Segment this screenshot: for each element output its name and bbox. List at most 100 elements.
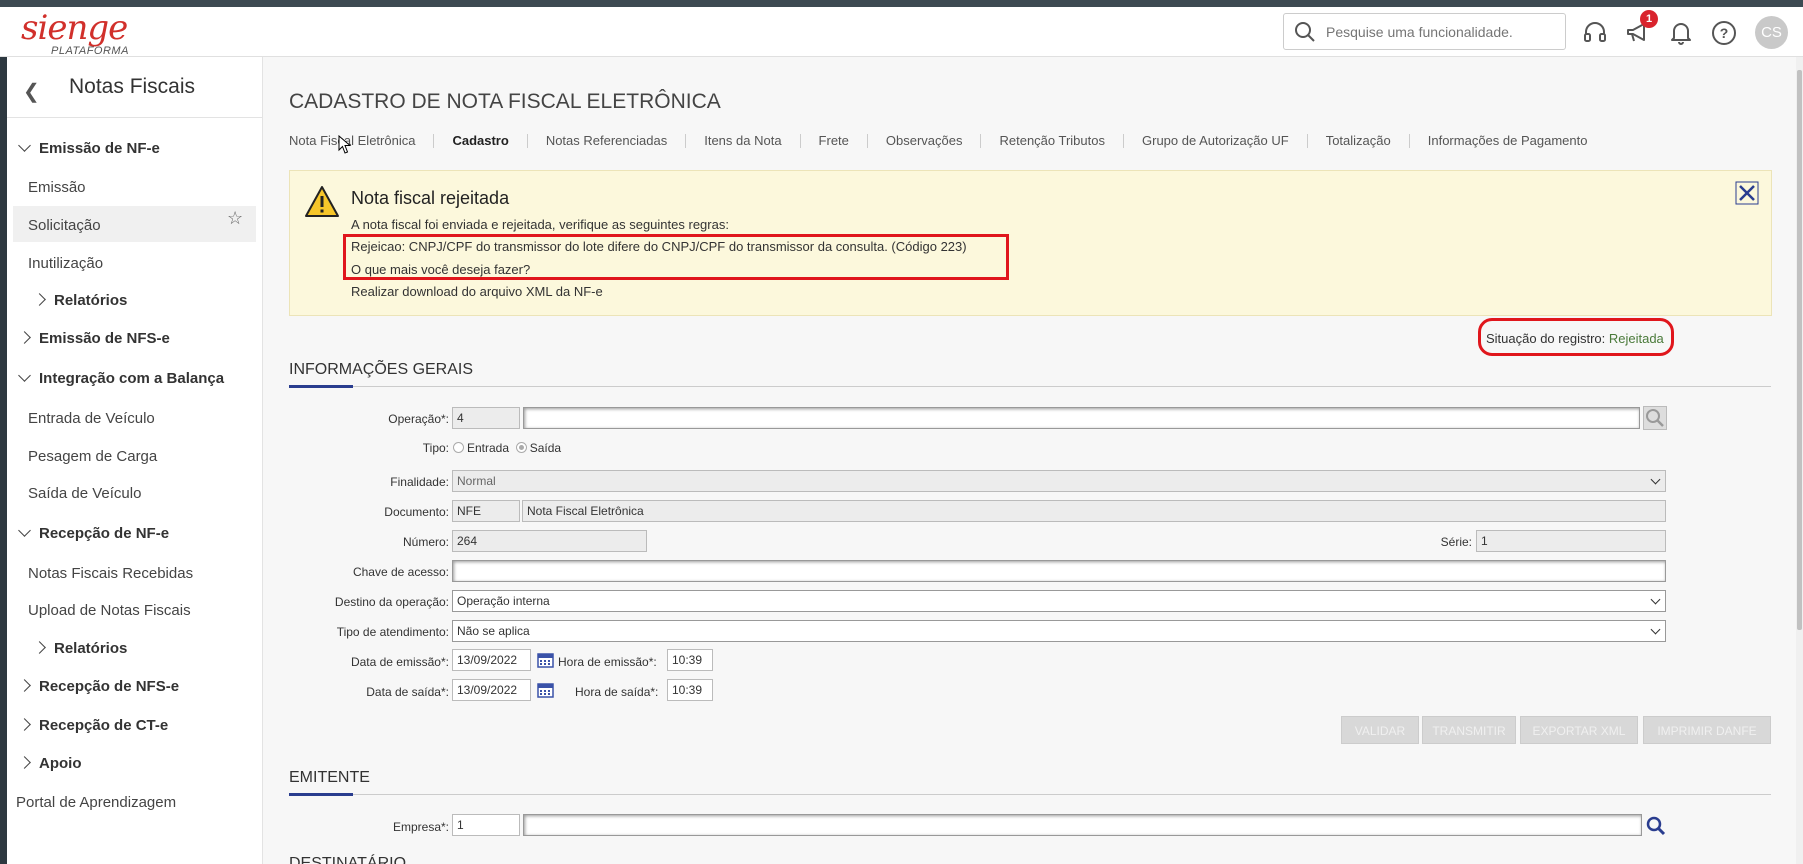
chave-acesso-label: Chave de acesso: [352,565,449,579]
hora-emissao-label: Hora de emissão*: [558,655,657,669]
hora-emissao-field[interactable]: 10:39 [667,649,713,671]
sidebar-title: Notas Fiscais [69,75,196,98]
radio-saida[interactable] [515,442,527,453]
sidebar-link-portal-aprendizagem[interactable]: Portal de Aprendizagem [16,794,176,811]
sidebar-item-inutilizacao[interactable]: Inutilização [28,255,103,272]
sidebar-item-pesagem-carga[interactable]: Pesagem de Carga [28,448,157,465]
serie-label: Série: [1440,535,1472,549]
numero-field[interactable]: 264 [452,530,647,552]
tipo-radio-group: Entrada Saída [453,441,561,455]
tab-retencao-tributos[interactable]: Retenção Tributos [980,134,1123,148]
mouse-cursor-icon [338,135,352,154]
user-avatar[interactable]: CS [1755,16,1788,49]
transmitir-button[interactable]: TRANSMITIR [1422,716,1516,744]
operacao-lookup-button[interactable] [1643,406,1667,430]
tab-cadastro[interactable]: Cadastro [433,134,526,148]
search-input[interactable] [1326,22,1556,42]
chave-acesso-field[interactable] [452,560,1666,582]
headset-icon[interactable] [1582,20,1608,46]
empresa-desc-field[interactable] [523,814,1642,836]
alert-download-link[interactable]: Realizar download do arquivo XML da NF-e [351,284,603,299]
radio-entrada[interactable] [453,442,464,453]
close-icon[interactable] [1735,181,1759,205]
section-divider [289,794,1771,795]
star-icon[interactable]: ☆ [227,208,243,229]
sidebar-header: ❮ Notas Fiscais [7,57,262,118]
search-box[interactable] [1283,13,1566,50]
hora-saida-field[interactable]: 10:39 [667,679,713,701]
sidebar-item-emissao[interactable]: Emissão [28,179,86,196]
alert-title: Nota fiscal rejeitada [351,188,510,208]
atendimento-select[interactable]: Não se aplica [452,620,1666,642]
operacao-desc-field[interactable] [523,407,1640,429]
sidebar-item-upload-notas[interactable]: Upload de Notas Fiscais [28,602,191,619]
chevron-down-icon [18,369,31,382]
chevron-right-icon [33,641,46,654]
numero-label: Número: [402,535,449,549]
data-emissao-field[interactable]: 13/09/2022 [452,649,531,671]
sidebar-group-recepcao-cte[interactable]: Recepção de CT-e [18,717,168,734]
sidebar-group-apoio[interactable]: Apoio [18,755,82,772]
tab-observacoes[interactable]: Observações [866,134,981,148]
tab-grupo-autorizacao-uf[interactable]: Grupo de Autorização UF [1123,134,1307,148]
documento-desc-field[interactable]: Nota Fiscal Eletrônica [522,500,1666,522]
empresa-code-field[interactable]: 1 [452,814,520,836]
data-saida-field[interactable]: 13/09/2022 [452,679,531,701]
bell-icon[interactable] [1668,20,1694,46]
logo-wordmark: sienge [21,8,128,48]
tab-notas-referenciadas[interactable]: Notas Referenciadas [526,134,685,148]
back-arrow-icon[interactable]: ❮ [23,79,40,104]
calendar-icon[interactable] [537,652,554,668]
section-title-emitente: EMITENTE [289,769,370,786]
imprimir-danfe-button[interactable]: IMPRIMIR DANFE [1643,716,1771,744]
sidebar-item-notas-recebidas[interactable]: Notas Fiscais Recebidas [28,565,193,582]
destino-label: Destino da operação: [334,595,449,609]
chevron-right-icon [33,293,46,306]
scrollbar-thumb[interactable] [1797,70,1802,630]
sidebar-subgroup-relatorios[interactable]: Relatórios [33,292,127,309]
sidebar-group-integracao-balanca[interactable]: Integração com a Balança [18,369,224,387]
tab-itens-da-nota[interactable]: Itens da Nota [685,134,799,148]
tab-totalizacao[interactable]: Totalização [1306,134,1409,148]
destino-select[interactable]: Operação interna [452,590,1666,612]
chevron-down-icon [1650,624,1661,635]
calendar-icon[interactable] [537,682,554,698]
section-accent [289,385,353,388]
finalidade-select[interactable]: Normal [452,470,1666,492]
data-emissao-label: Data de emissão*: [350,655,449,669]
warning-icon [305,186,339,217]
app-header: sienge PLATAFORMA 1 ? CS [0,7,1803,57]
magnifier-icon[interactable] [1645,815,1667,837]
sidebar-group-recepcao-nfse[interactable]: Recepção de NFS-e [18,678,179,695]
sidebar-item-saida-veiculo[interactable]: Saída de Veículo [28,485,141,502]
sidebar-subgroup-relatorios-recepcao[interactable]: Relatórios [33,640,127,657]
sienge-logo[interactable]: sienge PLATAFORMA [21,8,128,57]
tab-informacoes-pagamento[interactable]: Informações de Pagamento [1408,134,1606,148]
atendimento-value: Não se aplica [457,624,530,638]
svg-text:?: ? [1720,25,1729,41]
sidebar-item-solicitacao[interactable]: Solicitação [28,217,101,234]
chevron-right-icon [18,679,31,692]
help-icon[interactable]: ? [1711,20,1737,46]
tab-nota-fiscal-eletronica[interactable]: Nota Fiscal Eletrônica [289,134,433,148]
search-icon [1295,22,1315,42]
documento-code-field[interactable]: NFE [452,500,520,522]
top-strip [0,0,1803,7]
chevron-right-icon [18,331,31,344]
validar-button[interactable]: VALIDAR [1341,716,1419,744]
sidebar-group-recepcao-nfe[interactable]: Recepção de NF-e [18,524,169,542]
tipo-label: Tipo: [422,441,449,455]
serie-field[interactable]: 1 [1476,530,1666,552]
alert-intro: A nota fiscal foi enviada e rejeitada, v… [351,217,729,232]
chevron-down-icon [18,139,31,152]
tab-frete[interactable]: Frete [799,134,867,148]
chevron-down-icon [18,524,31,537]
radio-entrada-label: Entrada [467,441,510,455]
operacao-code-field[interactable]: 4 [452,407,520,429]
finalidade-value: Normal [457,474,496,488]
sidebar-group-emissao-nfse[interactable]: Emissão de NFS-e [18,330,170,347]
exportar-xml-button[interactable]: EXPORTAR XML [1520,716,1638,744]
sidebar-group-emissao-nfe[interactable]: Emissão de NF-e [18,139,160,157]
sidebar-item-entrada-veiculo[interactable]: Entrada de Veículo [28,410,155,427]
chevron-down-icon [1650,594,1661,605]
